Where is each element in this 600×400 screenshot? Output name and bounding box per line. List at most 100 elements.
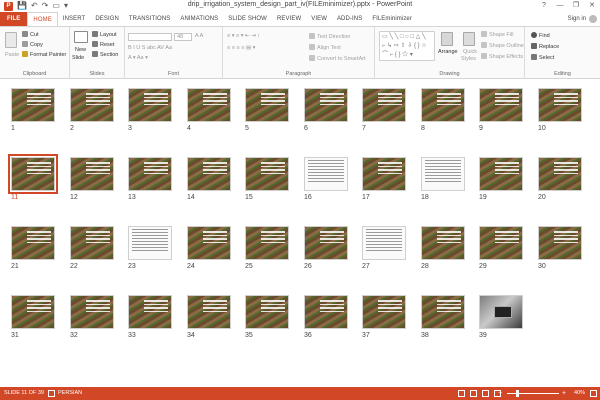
paste-button[interactable]: Paste <box>5 52 19 59</box>
arrange-icon[interactable] <box>441 32 453 46</box>
proofing-icon[interactable] <box>48 390 55 397</box>
quick-styles-icon[interactable] <box>463 32 475 46</box>
slide-thumbnail[interactable]: 5 <box>245 88 289 132</box>
close-button[interactable]: ✕ <box>584 0 600 12</box>
slide-thumbnail[interactable]: 11 <box>8 154 58 201</box>
slide-thumbnail[interactable]: 26 <box>304 226 348 270</box>
slide-thumbnail[interactable]: 3 <box>128 88 172 132</box>
slide-thumbnail[interactable]: 37 <box>362 295 406 339</box>
slide-thumbnail[interactable]: 29 <box>479 226 523 270</box>
shapes-gallery[interactable]: ▭ ╲ ╲ □ ○ □ △ ╲ ⌐ ↳ ⇨ ⇧ ⇩ { } ☆ ⌒ ⌐ { } ☆ … <box>379 31 435 61</box>
slide-thumbnail[interactable]: 18 <box>421 157 465 201</box>
help-button[interactable]: ? <box>536 0 552 12</box>
slide-thumbnail[interactable]: 7 <box>362 88 406 132</box>
sign-in-link[interactable]: Sign in <box>568 12 586 26</box>
zoom-level[interactable]: 40% <box>574 387 585 400</box>
font-color-buttons[interactable]: A ▾ Aa ▾ <box>128 55 148 62</box>
slide-sorter-view-icon[interactable] <box>470 390 477 397</box>
slide-thumbnail[interactable]: 35 <box>245 295 289 339</box>
grow-font-icon[interactable]: A A <box>195 33 203 40</box>
alignment-buttons[interactable]: ≡ ≡ ≡ ≡ ▤ ▾ <box>227 45 255 52</box>
slide-thumbnail[interactable]: 19 <box>479 157 523 201</box>
slide-thumbnail[interactable]: 12 <box>70 157 114 201</box>
cut-button[interactable]: Cut <box>22 31 39 39</box>
tab-slide-show[interactable]: SLIDE SHOW <box>223 12 272 26</box>
slide-thumbnail[interactable]: 28 <box>421 226 465 270</box>
undo-icon[interactable]: ↶ <box>31 1 38 11</box>
slide-thumbnail[interactable]: 24 <box>187 226 231 270</box>
select-button[interactable]: Select <box>531 54 554 62</box>
arrange-button[interactable]: Arrange <box>438 49 458 56</box>
fit-to-window-icon[interactable] <box>590 390 597 397</box>
slide-thumbnail[interactable]: 33 <box>128 295 172 339</box>
redo-icon[interactable]: ↷ <box>42 1 49 11</box>
qat-dropdown-icon[interactable]: ▾ <box>64 1 68 11</box>
text-direction-button[interactable]: Text Direction <box>309 33 350 41</box>
reset-button[interactable]: Reset <box>92 41 114 49</box>
font-name-field[interactable] <box>128 33 172 41</box>
slide-thumbnail[interactable]: 9 <box>479 88 523 132</box>
quick-styles-button[interactable]: Quick <box>463 49 477 56</box>
replace-button[interactable]: Replace <box>531 43 559 51</box>
format-painter-button[interactable]: Format Painter <box>22 51 66 59</box>
font-format-buttons[interactable]: B I U S abc AV Aa <box>128 45 172 52</box>
slide-thumbnail[interactable]: 15 <box>245 157 289 201</box>
slide-thumbnail[interactable]: 6 <box>304 88 348 132</box>
tab-transitions[interactable]: TRANSITIONS <box>124 12 175 26</box>
reading-view-icon[interactable] <box>482 390 489 397</box>
slide-thumbnail[interactable]: 34 <box>187 295 231 339</box>
slide-thumbnail[interactable]: 23 <box>128 226 172 270</box>
tab-insert[interactable]: INSERT <box>58 12 91 26</box>
slide-thumbnail[interactable]: 31 <box>11 295 55 339</box>
tab-review[interactable]: REVIEW <box>272 12 306 26</box>
zoom-in-button[interactable]: + <box>562 387 566 400</box>
restore-button[interactable]: ❐ <box>568 0 584 12</box>
slide-thumbnail[interactable]: 36 <box>304 295 348 339</box>
slide-thumbnail[interactable]: 4 <box>187 88 231 132</box>
slide-thumbnail[interactable]: 10 <box>538 88 582 132</box>
slide-thumbnail[interactable]: 38 <box>421 295 465 339</box>
slide-thumbnail[interactable]: 30 <box>538 226 582 270</box>
zoom-out-button[interactable]: − <box>498 387 502 400</box>
slideshow-icon[interactable]: ▭ <box>52 1 60 11</box>
new-slide-button[interactable]: New <box>75 47 86 54</box>
shape-outline-button[interactable]: Shape Outline <box>481 42 524 50</box>
tab-file[interactable]: FILE <box>0 12 28 26</box>
slide-thumbnail[interactable]: 22 <box>70 226 114 270</box>
convert-smartart-button[interactable]: Convert to SmartArt <box>309 55 366 63</box>
slide-thumbnail[interactable]: 14 <box>187 157 231 201</box>
paste-icon[interactable] <box>5 32 17 48</box>
tab-home[interactable]: HOME <box>27 12 58 26</box>
normal-view-icon[interactable] <box>458 390 465 397</box>
slide-thumbnail[interactable]: 17 <box>362 157 406 201</box>
quick-styles-button-label-2[interactable]: Styles <box>461 56 476 63</box>
find-button[interactable]: Find <box>531 32 550 40</box>
tab-design[interactable]: DESIGN <box>90 12 124 26</box>
slide-thumbnail[interactable]: 8 <box>421 88 465 132</box>
account-avatar-icon[interactable] <box>589 15 597 23</box>
shape-effects-button[interactable]: Shape Effects <box>481 53 523 61</box>
layout-button[interactable]: Layout <box>92 31 117 39</box>
new-slide-button-label-2[interactable]: Slide <box>72 55 84 62</box>
tab-add-ins[interactable]: ADD-INS <box>332 12 367 26</box>
section-button[interactable]: Section <box>92 51 118 59</box>
slide-thumbnail[interactable]: 16 <box>304 157 348 201</box>
align-text-button[interactable]: Align Text <box>309 44 341 52</box>
slide-thumbnail[interactable]: 20 <box>538 157 582 201</box>
font-size-field[interactable]: 48 <box>174 33 192 41</box>
tab-view[interactable]: VIEW <box>306 12 332 26</box>
zoom-slider[interactable] <box>507 393 559 394</box>
powerpoint-app-icon[interactable]: P <box>4 1 13 11</box>
slide-thumbnail[interactable]: 13 <box>128 157 172 201</box>
tab-animations[interactable]: ANIMATIONS <box>175 12 223 26</box>
copy-button[interactable]: Copy <box>22 41 43 49</box>
slide-thumbnail[interactable]: 1 <box>11 88 55 132</box>
save-icon[interactable]: 💾 <box>17 1 27 11</box>
slide-thumbnail[interactable]: 32 <box>70 295 114 339</box>
tab-fileminimizer[interactable]: FILEminimizer <box>367 12 417 26</box>
zoom-slider-handle[interactable] <box>516 390 519 397</box>
list-buttons[interactable]: ≡ ▾ ≡ ▾ ⇤ ⇥ ↕ <box>227 33 260 40</box>
minimize-button[interactable]: — <box>552 0 568 12</box>
new-slide-icon[interactable] <box>74 31 88 43</box>
slide-thumbnail[interactable]: 39 <box>479 295 523 339</box>
